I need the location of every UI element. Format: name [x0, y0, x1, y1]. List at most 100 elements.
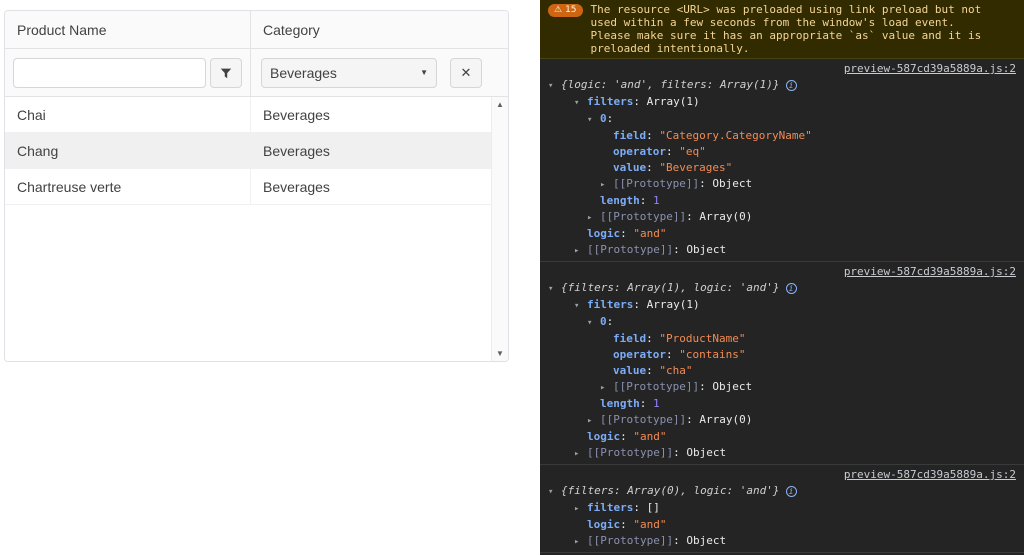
product-filter-input[interactable]	[13, 58, 206, 88]
dropdown-selected-value: Beverages	[270, 65, 337, 81]
tree-row: operator: "contains"	[540, 347, 1024, 363]
cell-text: Beverages	[263, 107, 330, 123]
collapse-arrow-icon[interactable]: ▾	[587, 315, 600, 331]
source-link[interactable]: preview-587cd39a5889a.js:2	[844, 62, 1016, 75]
colon-separator: :	[686, 210, 699, 223]
colon-separator: :	[646, 129, 659, 142]
property-value: 1	[653, 194, 660, 207]
property-value: Array(1)	[647, 298, 700, 311]
cell-text: Chartreuse verte	[17, 179, 121, 195]
colon-separator: :	[607, 315, 620, 328]
property-key: [[Prototype]]	[613, 380, 699, 393]
property-key: value	[613, 161, 646, 174]
collapse-arrow-icon[interactable]: ▾	[574, 95, 587, 111]
property-value: "eq"	[679, 145, 706, 158]
collapse-arrow-icon[interactable]: ▾	[548, 78, 561, 94]
colon-separator: :	[686, 413, 699, 426]
console-warning: ⚠ 15 The resource <URL> was preloaded us…	[540, 0, 1024, 59]
console-entry: preview-587cd39a5889a.js:2 ▾{filters: Arr…	[540, 465, 1024, 553]
expand-arrow-icon[interactable]: ▸	[574, 501, 587, 517]
source-link-row: preview-587cd39a5889a.js:2	[540, 61, 1024, 77]
collapse-arrow-icon[interactable]: ▾	[548, 281, 561, 297]
property-key: operator	[613, 348, 666, 361]
tree-row: ▾{filters: Array(1), logic: 'and'}i	[540, 280, 1024, 297]
devtools-console: ⚠ 15 The resource <URL> was preloaded us…	[540, 0, 1024, 555]
cell-category: Beverages	[251, 133, 491, 168]
collapse-arrow-icon[interactable]: ▾	[587, 112, 600, 128]
tree-row: field: "Category.CategoryName"	[540, 128, 1024, 144]
cell-text: Chai	[17, 107, 46, 123]
property-value: "Beverages"	[659, 161, 732, 174]
property-key: [[Prototype]]	[600, 413, 686, 426]
expand-arrow-icon[interactable]: ▸	[587, 413, 600, 429]
tree-row: ▾0:	[540, 111, 1024, 128]
cell-text: Chang	[17, 143, 58, 159]
collapse-arrow-icon[interactable]: ▾	[574, 298, 587, 314]
source-link[interactable]: preview-587cd39a5889a.js:2	[844, 468, 1016, 481]
colon-separator: :	[673, 446, 686, 459]
warning-icon: ⚠	[554, 4, 562, 17]
cell-product-name: Chartreuse verte	[5, 169, 251, 204]
colon-separator: :	[673, 243, 686, 256]
category-filter-cell: Beverages ▼ ✕	[251, 49, 508, 96]
column-header-category[interactable]: Category	[251, 11, 508, 48]
colon-separator: :	[620, 518, 633, 531]
colon-separator: :	[666, 145, 679, 158]
expand-arrow-icon[interactable]: ▸	[600, 177, 613, 193]
expand-arrow-icon[interactable]: ▸	[600, 380, 613, 396]
products-grid: Product Name Category Beverages ▼ ✕	[4, 10, 509, 362]
expand-arrow-icon[interactable]: ▸	[574, 534, 587, 550]
property-value: Array(0)	[699, 210, 752, 223]
object-preview: {filters: Array(1), logic: 'and'}	[561, 281, 780, 294]
warning-count: 15	[565, 4, 576, 17]
source-link-row: preview-587cd39a5889a.js:2	[540, 264, 1024, 280]
object-preview: {logic: 'and', filters: Array(1)}	[561, 78, 780, 91]
colon-separator: :	[620, 227, 633, 240]
expand-arrow-icon[interactable]: ▸	[587, 210, 600, 226]
property-value: Array(1)	[647, 95, 700, 108]
info-icon: i	[786, 486, 797, 497]
property-key: [[Prototype]]	[613, 177, 699, 190]
property-key: [[Prototype]]	[600, 210, 686, 223]
clear-category-filter-button[interactable]: ✕	[450, 58, 482, 88]
property-key: [[Prototype]]	[587, 446, 673, 459]
colon-separator: :	[633, 501, 646, 514]
cell-category: Beverages	[251, 97, 491, 132]
tree-row: operator: "eq"	[540, 144, 1024, 160]
tree-row: ▾{filters: Array(0), logic: 'and'}i	[540, 483, 1024, 500]
tree-row: ▸[[Prototype]]: Object	[540, 445, 1024, 462]
property-key: length	[600, 397, 640, 410]
property-value: Object	[686, 534, 726, 547]
property-key: logic	[587, 518, 620, 531]
tree-row: ▸[[Prototype]]: Array(0)	[540, 209, 1024, 226]
colon-separator: :	[673, 534, 686, 547]
tree-row: ▸[[Prototype]]: Object	[540, 379, 1024, 396]
cell-text: Beverages	[263, 179, 330, 195]
property-key: [[Prototype]]	[587, 243, 673, 256]
scroll-up-icon[interactable]: ▲	[496, 100, 504, 109]
category-filter-dropdown[interactable]: Beverages ▼	[261, 58, 437, 88]
tree-row: value: "Beverages"	[540, 160, 1024, 176]
warning-count-badge[interactable]: ⚠ 15	[548, 4, 583, 17]
grid-body: Chai Beverages Chang Beverages Chartreus…	[5, 97, 491, 361]
grid-vertical-scrollbar[interactable]: ▲ ▼	[491, 97, 508, 361]
collapse-arrow-icon[interactable]: ▾	[548, 484, 561, 500]
source-link[interactable]: preview-587cd39a5889a.js:2	[844, 265, 1016, 278]
table-row: Chai Beverages	[5, 97, 491, 133]
table-row: Chang Beverages	[5, 133, 491, 169]
tree-row: logic: "and"	[540, 226, 1024, 242]
tree-row: ▸[[Prototype]]: Object	[540, 533, 1024, 550]
column-header-product-name[interactable]: Product Name	[5, 11, 251, 48]
property-value: Object	[686, 243, 726, 256]
product-filter-button[interactable]	[210, 58, 242, 88]
colon-separator: :	[646, 364, 659, 377]
property-value: "Category.CategoryName"	[659, 129, 811, 142]
expand-arrow-icon[interactable]: ▸	[574, 446, 587, 462]
console-entries: preview-587cd39a5889a.js:2▾{logic: 'and'…	[540, 59, 1024, 553]
property-key: operator	[613, 145, 666, 158]
scroll-down-icon[interactable]: ▼	[496, 349, 504, 358]
property-value: "contains"	[679, 348, 745, 361]
expand-arrow-icon[interactable]: ▸	[574, 243, 587, 259]
colon-separator: :	[699, 177, 712, 190]
property-key: 0	[600, 315, 607, 328]
